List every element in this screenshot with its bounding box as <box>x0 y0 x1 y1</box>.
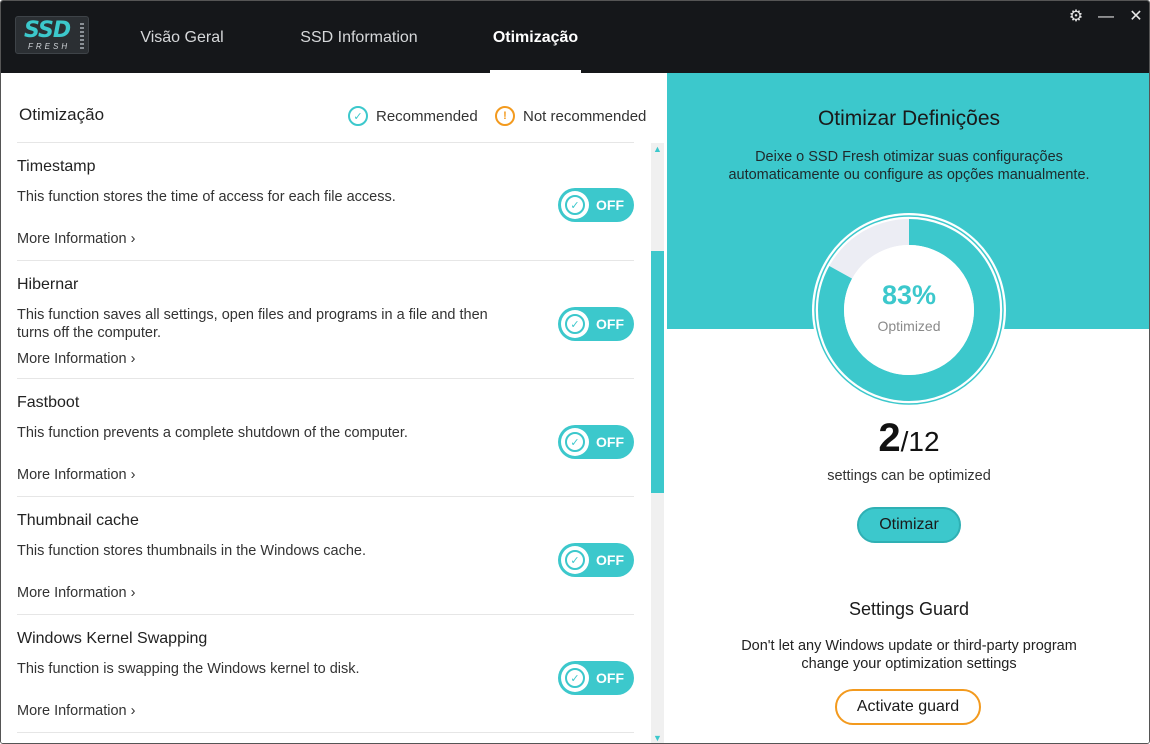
link-label: More Information <box>17 467 127 483</box>
gauge-label: Optimized <box>877 318 941 334</box>
toggle-label: OFF <box>596 434 624 450</box>
setting-description: This function stores the time of access … <box>17 189 396 205</box>
optimize-summary-panel: Otimizar Definições Deixe o SSD Fresh ot… <box>667 73 1149 743</box>
link-label: More Information <box>17 703 127 719</box>
list-scrollbar[interactable]: ▲ ▼ <box>651 143 664 743</box>
toggle-knob: ✓ <box>561 664 589 692</box>
toggle-label: OFF <box>596 197 624 213</box>
toggle-knob: ✓ <box>561 428 589 456</box>
count-value: 2 <box>878 416 901 460</box>
tab-label: Otimização <box>492 29 579 46</box>
minimize-icon[interactable]: — <box>1096 7 1116 27</box>
list-item: Windows Kernel Swapping This function is… <box>17 615 634 733</box>
optimization-gauge: 83% Optimized <box>809 210 1009 410</box>
settings-gear-icon[interactable]: ⚙ <box>1066 7 1086 27</box>
setting-description: This function prevents a complete shutdo… <box>17 425 408 441</box>
optimizable-count: 2/12 <box>667 416 1149 461</box>
check-circle-icon: ✓ <box>348 106 368 126</box>
toggle-knob: ✓ <box>561 310 589 338</box>
tab-otimizacao[interactable]: Otimização <box>490 1 581 73</box>
chevron-right-icon: › <box>130 467 136 483</box>
tab-ssd-information[interactable]: SSD Information <box>283 1 435 73</box>
setting-title: Fastboot <box>17 394 80 411</box>
tab-visao-geral[interactable]: Visão Geral <box>122 1 242 73</box>
scroll-up-arrow-icon[interactable]: ▲ <box>651 143 664 156</box>
tab-label: Visão Geral <box>140 29 224 46</box>
check-circle-icon: ✓ <box>565 550 585 570</box>
title-bar: SSD FRESH Visão Geral SSD Information Ot… <box>1 1 1149 73</box>
chevron-right-icon: › <box>130 231 136 247</box>
thumbnail-cache-toggle[interactable]: ✓ OFF <box>558 543 634 577</box>
scrollbar-thumb[interactable] <box>651 251 664 493</box>
list-item: Thumbnail cache This function stores thu… <box>17 497 634 615</box>
list-item: Fastboot This function prevents a comple… <box>17 379 634 497</box>
more-information-link[interactable]: More Information › <box>17 467 135 483</box>
check-circle-icon: ✓ <box>565 314 585 334</box>
more-information-link[interactable]: More Information › <box>17 585 135 601</box>
app-logo: SSD FRESH <box>15 16 89 54</box>
activate-guard-button[interactable]: Activate guard <box>835 689 981 725</box>
optimization-list-panel: Otimização ✓ Recommended ! Not recommend… <box>1 73 667 743</box>
toggle-label: OFF <box>596 552 624 568</box>
gauge-percent: 83% <box>881 280 937 310</box>
chevron-right-icon: › <box>130 585 136 601</box>
count-total: /12 <box>900 426 940 457</box>
legend-label: Recommended <box>376 107 478 125</box>
section-title: Otimização <box>19 105 105 124</box>
check-circle-icon: ✓ <box>565 668 585 688</box>
more-information-link[interactable]: More Information › <box>17 231 135 247</box>
setting-description: This function stores thumbnails in the W… <box>17 543 366 559</box>
link-label: More Information <box>17 231 127 247</box>
legend-not-recommended: ! Not recommended <box>495 106 646 126</box>
setting-title: Windows Kernel Swapping <box>17 630 208 647</box>
tab-label: SSD Information <box>300 29 418 46</box>
more-information-link[interactable]: More Information › <box>17 703 135 719</box>
link-label: More Information <box>17 585 127 601</box>
chevron-right-icon: › <box>130 351 136 367</box>
setting-title: Timestamp <box>17 158 96 175</box>
legend-label: Not recommended <box>523 107 647 125</box>
legend-recommended: ✓ Recommended <box>348 106 478 126</box>
settings-list: Timestamp This function stores the time … <box>1 143 649 743</box>
setting-title: Hibernar <box>17 276 79 293</box>
kernel-swapping-toggle[interactable]: ✓ OFF <box>558 661 634 695</box>
hibernar-toggle[interactable]: ✓ OFF <box>558 307 634 341</box>
logo-text: SSD <box>24 18 71 43</box>
fastboot-toggle[interactable]: ✓ OFF <box>558 425 634 459</box>
scroll-down-arrow-icon[interactable]: ▼ <box>651 732 664 743</box>
link-label: More Information <box>17 351 127 367</box>
timestamp-toggle[interactable]: ✓ OFF <box>558 188 634 222</box>
optimize-subtitle: Deixe o SSD Fresh otimizar suas configur… <box>728 149 1090 183</box>
toggle-knob: ✓ <box>561 546 589 574</box>
setting-title: Thumbnail cache <box>17 512 139 529</box>
setting-description: This function saves all settings, open f… <box>17 307 488 341</box>
logo-subtext: FRESH <box>28 42 71 51</box>
logo-bars-icon <box>80 23 84 49</box>
settings-guard-title: Settings Guard <box>848 599 970 619</box>
optimize-button[interactable]: Otimizar <box>857 507 961 543</box>
check-circle-icon: ✓ <box>565 195 585 215</box>
settings-guard-description: Don't let any Windows update or third-pa… <box>741 638 1077 672</box>
toggle-label: OFF <box>596 316 624 332</box>
chevron-right-icon: › <box>130 703 136 719</box>
optimize-title: Otimizar Definições <box>817 107 1001 130</box>
check-circle-icon: ✓ <box>565 432 585 452</box>
count-label: settings can be optimized <box>827 468 991 484</box>
toggle-knob: ✓ <box>561 191 589 219</box>
list-item: Timestamp This function stores the time … <box>17 143 634 261</box>
more-information-link[interactable]: More Information › <box>17 351 135 367</box>
toggle-label: OFF <box>596 670 624 686</box>
close-icon[interactable]: ✕ <box>1126 7 1146 27</box>
app-window: SSD FRESH Visão Geral SSD Information Ot… <box>0 0 1150 744</box>
list-item: Hibernar This function saves all setting… <box>17 261 634 379</box>
setting-description: This function is swapping the Windows ke… <box>17 661 360 677</box>
warning-circle-icon: ! <box>495 106 515 126</box>
